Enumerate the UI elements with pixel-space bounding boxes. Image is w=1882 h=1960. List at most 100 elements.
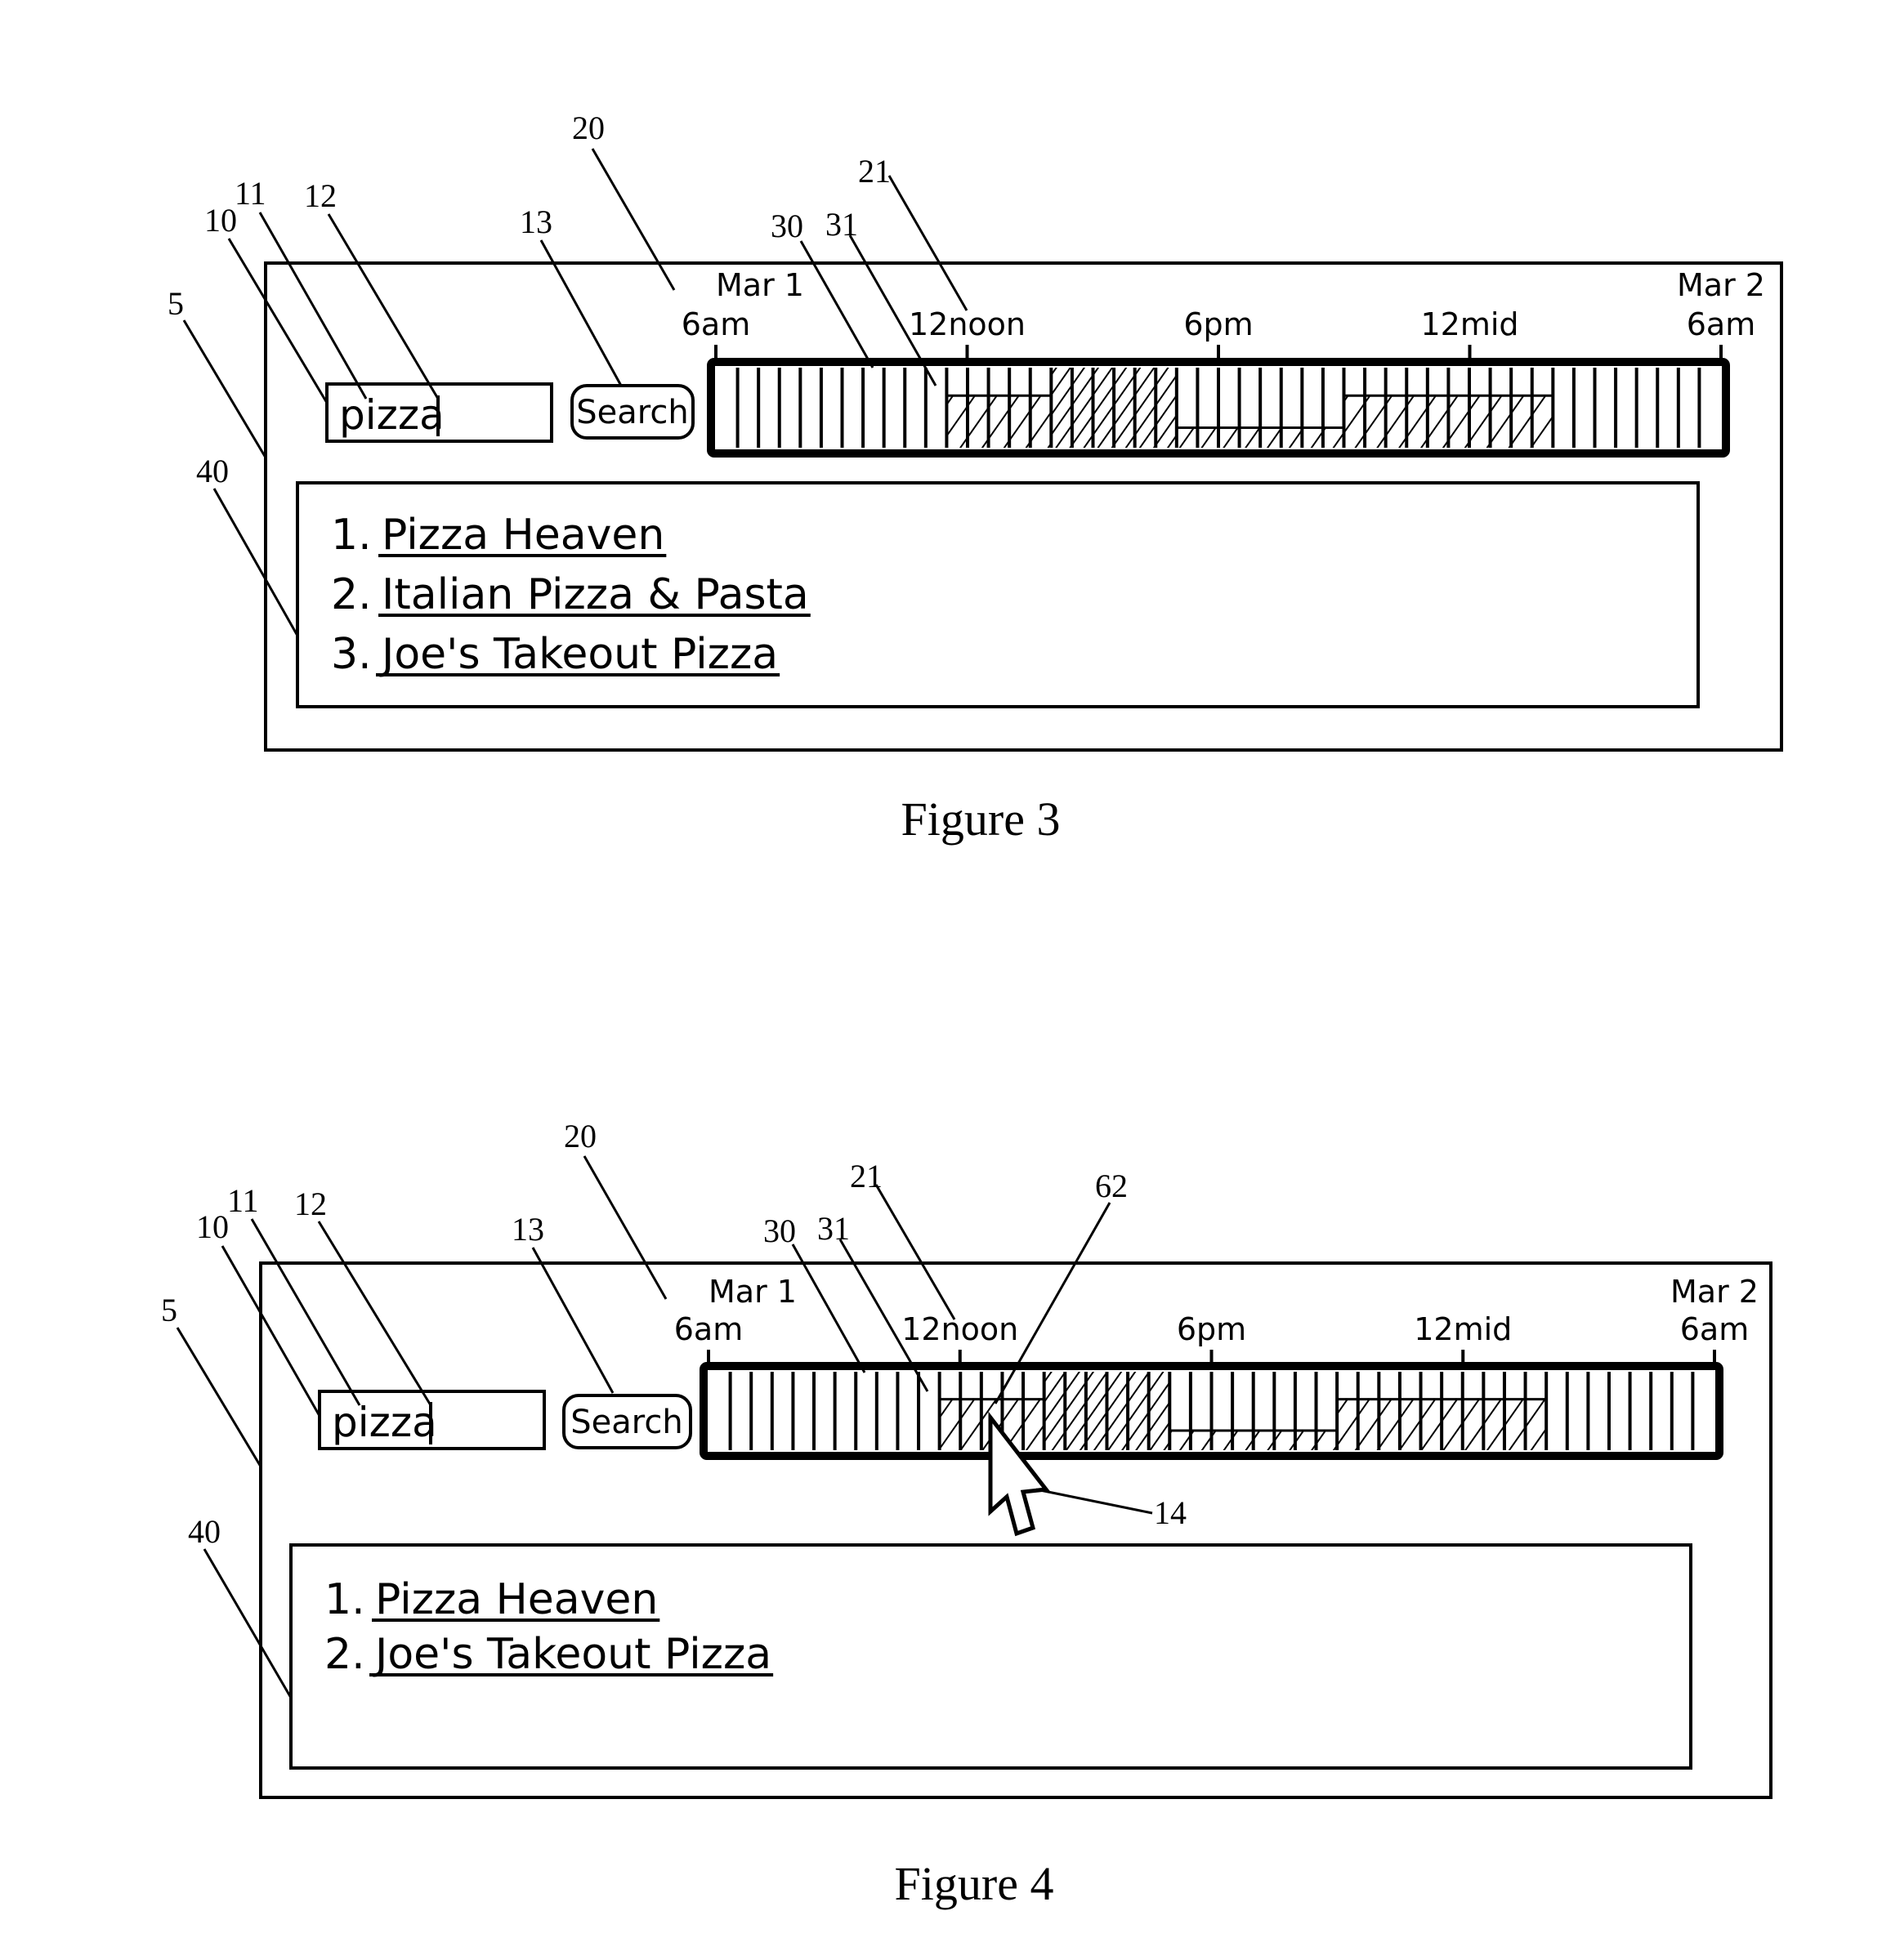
figure-4: pizza Search Mar 16am 12noon 6pm 12midMar 2… — [161, 1118, 1772, 1910]
bin-density-fill — [1448, 395, 1469, 448]
ref-13: 13 — [512, 1211, 544, 1248]
timeline-bin[interactable] — [1084, 1372, 1107, 1450]
bin-density-fill — [946, 395, 968, 448]
bin-density-fill — [1379, 1399, 1400, 1450]
bin-density-fill — [1427, 395, 1449, 448]
bin-density-fill — [1511, 395, 1532, 448]
timeline-time-label: 6pm — [1177, 1311, 1246, 1347]
result-item[interactable]: 3. Joe's Takeout Pizza — [331, 630, 780, 679]
bin-density-fill — [1051, 368, 1072, 448]
bin-density-fill — [1385, 395, 1407, 448]
timeline-bin[interactable] — [1154, 368, 1177, 448]
bin-density-fill — [1337, 1399, 1358, 1450]
bin-density-fill — [1071, 368, 1093, 448]
ref-30: 30 — [763, 1212, 796, 1249]
bin-density-fill — [1128, 1372, 1149, 1450]
result-link[interactable]: Joe's Takeout Pizza — [379, 630, 778, 679]
timeline-time-label: 12mid — [1420, 306, 1518, 342]
search-input-value: pizza — [332, 1399, 437, 1446]
timeline-time-label: 12mid — [1414, 1311, 1512, 1347]
bin-density-fill — [939, 1399, 961, 1450]
timeline-bin[interactable] — [1133, 368, 1156, 448]
timeline-bin[interactable] — [1112, 368, 1135, 448]
ref-11: 11 — [227, 1182, 259, 1219]
ref-31: 31 — [817, 1210, 850, 1247]
ref-12: 12 — [304, 177, 337, 214]
timeline-bin[interactable] — [1091, 368, 1115, 448]
bin-density-fill — [1148, 1372, 1170, 1450]
bin-density-fill — [1357, 1399, 1379, 1450]
bin-density-fill — [1065, 1372, 1086, 1450]
bin-density-fill — [1044, 1372, 1066, 1450]
bin-density-fill — [1030, 395, 1052, 448]
bin-density-fill — [1114, 368, 1135, 448]
bin-density-fill — [1197, 427, 1218, 448]
timeline-bin[interactable] — [1042, 1372, 1066, 1450]
bin-density-fill — [1469, 395, 1491, 448]
result-item[interactable]: 2. Italian Pizza & Pasta — [331, 570, 811, 619]
bin-density-fill — [960, 1399, 981, 1450]
result-item[interactable]: 1. Pizza Heaven — [324, 1575, 660, 1624]
bin-density-fill — [1190, 1431, 1212, 1450]
result-link[interactable]: Italian Pizza & Pasta — [382, 570, 809, 619]
bin-density-fill — [1260, 427, 1281, 448]
timeline-time-label: 6pm — [1183, 306, 1253, 342]
bin-density-fill — [1399, 1399, 1421, 1450]
bin-density-fill — [1322, 427, 1344, 448]
bin-density-fill — [1420, 1399, 1442, 1450]
bin-density-fill — [1093, 368, 1115, 448]
bin-density-fill — [1274, 1431, 1295, 1450]
bin-density-fill — [1294, 1431, 1317, 1450]
bin-density-fill — [1218, 427, 1240, 448]
timeline-time-label: 12noon — [901, 1311, 1018, 1347]
bin-density-fill — [1009, 395, 1030, 448]
timeline-date-label: Mar 2 — [1677, 267, 1765, 303]
ref-5: 5 — [161, 1292, 177, 1328]
timeline-bin[interactable] — [1049, 368, 1072, 448]
result-item[interactable]: 2. Joe's Takeout Pizza — [324, 1630, 774, 1679]
search-input-value: pizza — [339, 391, 445, 439]
timeline-bin[interactable] — [1105, 1372, 1129, 1450]
patent-drawing: pizza Search Mar 16am 12noon 6pm 12midMar 2… — [161, 109, 1783, 1910]
result-link[interactable]: Joe's Takeout Pizza — [373, 1630, 771, 1679]
timeline-bin[interactable] — [1063, 1372, 1086, 1450]
timeline-time-label: 6am — [682, 306, 750, 342]
result-link[interactable]: Pizza Heaven — [375, 1575, 658, 1624]
timeline-bin[interactable] — [1147, 1372, 1170, 1450]
result-number: 2. — [324, 1630, 365, 1679]
figure-caption: Figure 3 — [901, 792, 1061, 846]
ref-14: 14 — [1154, 1494, 1187, 1531]
bin-density-fill — [1211, 1431, 1233, 1450]
bin-density-fill — [1169, 1431, 1191, 1450]
result-link[interactable]: Pizza Heaven — [382, 511, 664, 560]
bin-density-fill — [1232, 1431, 1254, 1450]
timeline-time-label: 6am — [1680, 1311, 1749, 1347]
bin-density-fill — [1239, 427, 1261, 448]
bin-density-fill — [1483, 1399, 1504, 1450]
bin-density-fill — [1525, 1399, 1547, 1450]
ref-40: 40 — [196, 453, 229, 489]
timeline-bin[interactable] — [1126, 1372, 1149, 1450]
search-button-label: Search — [576, 394, 688, 431]
leader-5 — [176, 1327, 262, 1467]
result-number: 1. — [331, 511, 372, 560]
timeline-time-label: 6am — [1687, 306, 1755, 342]
bin-density-fill — [968, 395, 989, 448]
ref-11: 11 — [235, 175, 266, 212]
ref-21: 21 — [858, 153, 891, 190]
ref-31: 31 — [825, 206, 858, 243]
figure-3: pizza Search Mar 16am 12noon 6pm 12midMar 2… — [168, 109, 1783, 846]
timeline-bin[interactable] — [1070, 368, 1093, 448]
leader-5 — [182, 319, 267, 458]
bin-density-fill — [1343, 395, 1366, 448]
bin-density-fill — [988, 395, 1010, 448]
ref-30: 30 — [771, 208, 803, 244]
timeline-date-label: Mar 1 — [716, 267, 804, 303]
result-item[interactable]: 1. Pizza Heaven — [331, 511, 667, 560]
bin-density-fill — [1365, 395, 1386, 448]
bin-density-fill — [1023, 1399, 1044, 1450]
ref-13: 13 — [520, 203, 552, 240]
bin-density-fill — [1302, 427, 1323, 448]
bin-density-fill — [1085, 1372, 1107, 1450]
bin-density-fill — [1316, 1431, 1338, 1450]
